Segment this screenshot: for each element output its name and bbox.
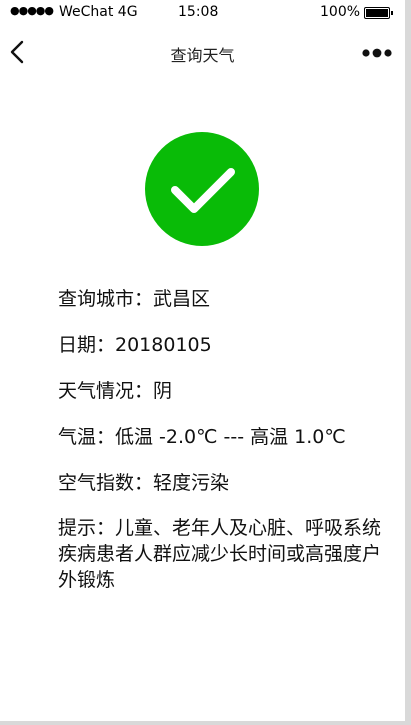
window-edge <box>405 0 411 725</box>
success-status <box>145 132 259 246</box>
page-title: 查询天气 <box>170 46 235 65</box>
battery-icon <box>364 7 393 19</box>
temperature-row: 气温：低温 -2.0℃ --- 高温 1.0℃ <box>58 426 346 448</box>
date-row: 日期：20180105 <box>58 334 212 356</box>
window-bottom-edge <box>0 721 411 725</box>
condition-row: 天气情况：阴 <box>58 380 173 402</box>
check-icon <box>145 132 259 246</box>
navigation-bar: 查询天气 <box>0 30 405 76</box>
carrier-name: WeChat 4G <box>59 4 138 20</box>
battery-fill <box>366 9 388 17</box>
status-time: 15:08 <box>178 4 219 20</box>
tip-row: 提示：儿童、老年人及心脏、呼吸系统疾病患者人群应减少长时间或高强度户外锻炼 <box>58 517 382 591</box>
signal-strength-icon: ●●●●● <box>10 4 54 17</box>
city-row: 查询城市：武昌区 <box>58 288 211 310</box>
more-button[interactable] <box>359 38 395 68</box>
battery-percent: 100% <box>320 4 361 20</box>
more-dots-icon <box>362 48 392 58</box>
air-quality-row: 空气指数：轻度污染 <box>58 472 230 494</box>
status-bar: ●●●●● WeChat 4G 15:08 100% <box>0 0 405 26</box>
weather-info: 查询城市：武昌区 日期：20180105 天气情况：阴 气温：低温 -2.0℃ … <box>58 285 398 611</box>
